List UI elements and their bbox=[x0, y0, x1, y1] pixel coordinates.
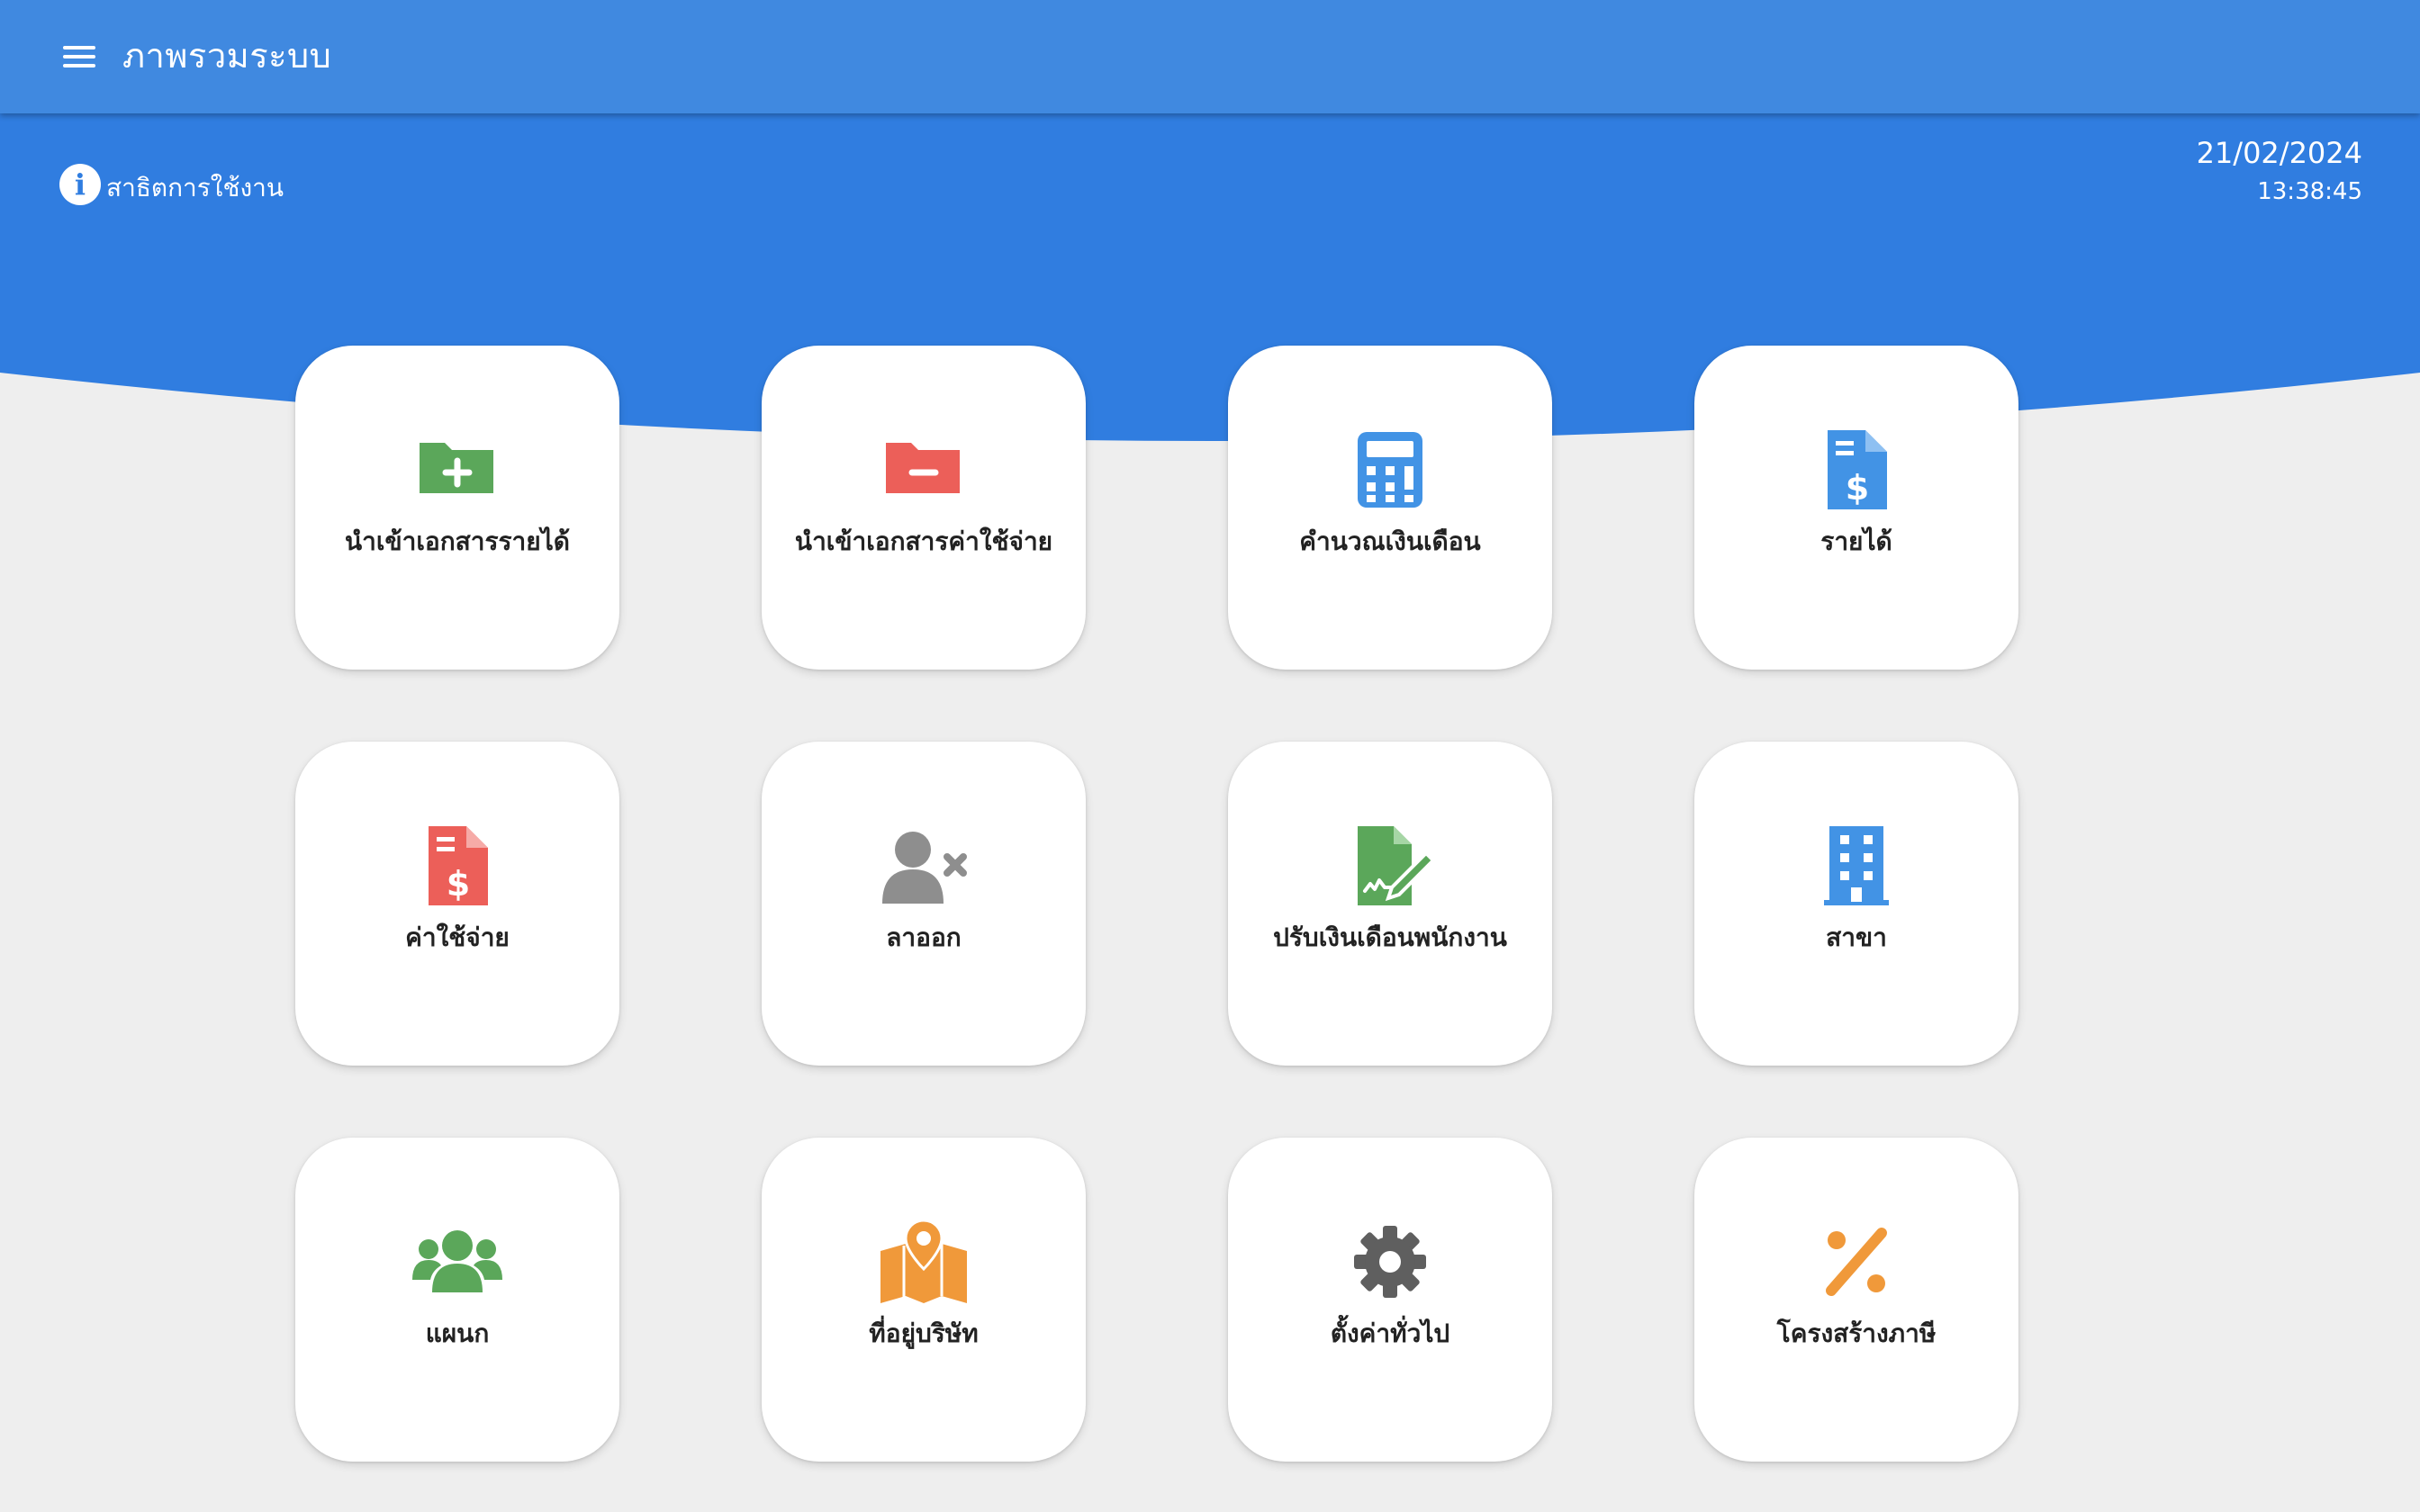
svg-text:$: $ bbox=[447, 864, 470, 904]
card-label: นำเข้าเอกสารรายได้ bbox=[345, 526, 570, 556]
card-import-expense-docs[interactable]: นำเข้าเอกสารค่าใช้จ่าย bbox=[762, 346, 1086, 670]
current-time: 13:38:45 bbox=[2257, 178, 2362, 205]
card-label: ปรับเงินเดือนพนักงาน bbox=[1273, 922, 1507, 952]
building-icon bbox=[1811, 821, 1901, 911]
card-label: ลาออก bbox=[886, 922, 962, 952]
card-label: นำเข้าเอกสารค่าใช้จ่าย bbox=[794, 526, 1053, 556]
calculator-icon bbox=[1345, 425, 1435, 515]
card-label: แผนก bbox=[425, 1318, 490, 1348]
card-branch[interactable]: สาขา bbox=[1694, 742, 2018, 1066]
card-calculate-salary[interactable]: คำนวณเงินเดือน bbox=[1228, 346, 1552, 670]
info-circle-icon: i bbox=[59, 164, 101, 205]
card-label: ตั้งค่าทั่วไป bbox=[1330, 1318, 1450, 1348]
card-expenses[interactable]: $ ค่าใช้จ่าย bbox=[295, 742, 619, 1066]
card-resignation[interactable]: ลาออก bbox=[762, 742, 1086, 1066]
card-tax-structure[interactable]: โครงสร้างภาษี bbox=[1694, 1138, 2018, 1462]
invoice-dollar-icon: $ bbox=[412, 821, 502, 911]
map-location-icon bbox=[879, 1217, 969, 1307]
hamburger-menu-icon[interactable] bbox=[54, 39, 104, 75]
folder-plus-icon bbox=[412, 425, 502, 515]
percent-icon bbox=[1811, 1217, 1901, 1307]
user-remove-icon bbox=[879, 821, 969, 911]
users-group-icon bbox=[412, 1217, 502, 1307]
card-label: คำนวณเงินเดือน bbox=[1299, 526, 1481, 556]
card-label: รายได้ bbox=[1820, 526, 1892, 556]
card-general-settings[interactable]: ตั้งค่าทั่วไป bbox=[1228, 1138, 1552, 1462]
current-date: 21/02/2024 bbox=[2196, 136, 2362, 170]
svg-text:$: $ bbox=[1846, 468, 1869, 508]
card-adjust-employee-salary[interactable]: ปรับเงินเดือนพนักงาน bbox=[1228, 742, 1552, 1066]
demo-info-link[interactable]: i สาธิตการใช้งาน bbox=[59, 162, 284, 207]
card-label: ที่อยู่บริษัท bbox=[869, 1318, 979, 1348]
page-title: ภาพรวมระบบ bbox=[122, 36, 332, 76]
card-label: สาขา bbox=[1826, 922, 1887, 952]
card-department[interactable]: แผนก bbox=[295, 1138, 619, 1462]
folder-minus-icon bbox=[879, 425, 969, 515]
demo-label: สาธิตการใช้งาน bbox=[106, 173, 284, 202]
app-header: ภาพรวมระบบ bbox=[0, 0, 2420, 113]
file-signature-icon bbox=[1345, 821, 1435, 911]
card-income[interactable]: $ รายได้ bbox=[1694, 346, 2018, 670]
datetime-display: 21/02/2024 13:38:45 bbox=[2197, 131, 2362, 209]
card-label: โครงสร้างภาษี bbox=[1776, 1318, 1937, 1348]
invoice-dollar-icon: $ bbox=[1811, 425, 1901, 515]
card-label: ค่าใช้จ่าย bbox=[405, 922, 510, 952]
card-import-income-docs[interactable]: นำเข้าเอกสารรายได้ bbox=[295, 346, 619, 670]
card-company-address[interactable]: ที่อยู่บริษัท bbox=[762, 1138, 1086, 1462]
gear-icon bbox=[1345, 1217, 1435, 1307]
